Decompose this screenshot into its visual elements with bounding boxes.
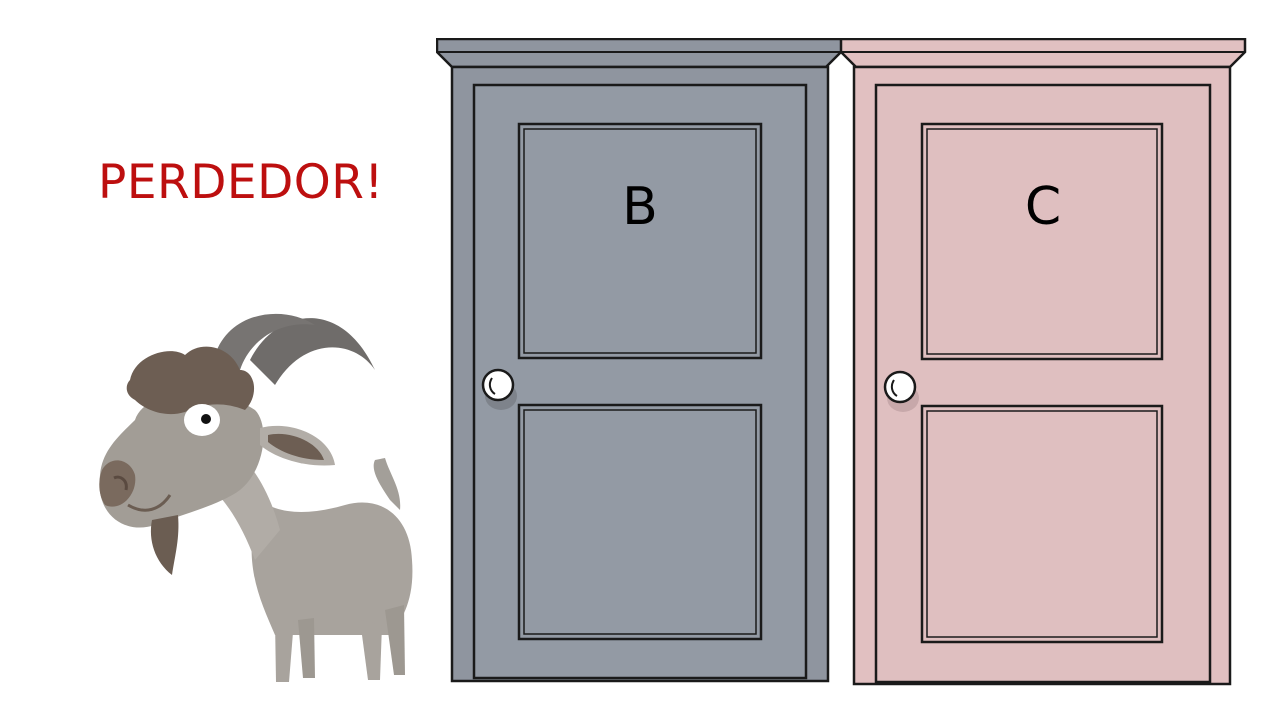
door-b[interactable]: [436, 38, 846, 688]
goat-icon: [99, 313, 413, 682]
door-c-label: C: [1024, 177, 1062, 237]
loser-message: PERDEDOR!: [98, 155, 384, 210]
door-b-label: B: [622, 177, 658, 237]
stage: PERDEDOR! B C: [0, 0, 1280, 720]
door-c[interactable]: [840, 38, 1250, 688]
